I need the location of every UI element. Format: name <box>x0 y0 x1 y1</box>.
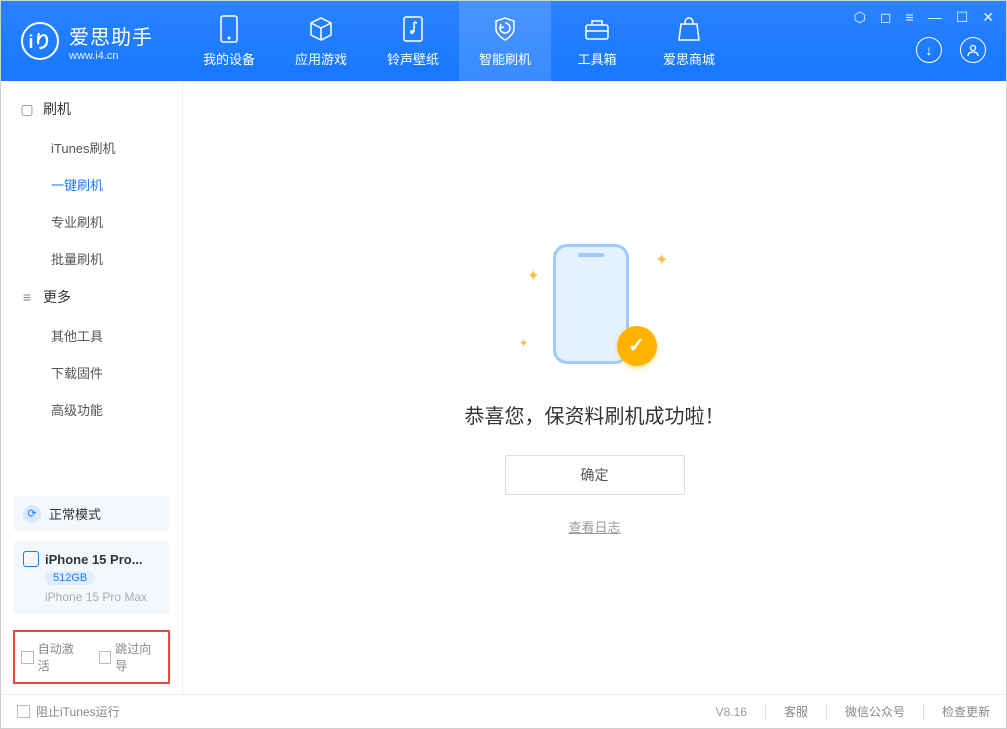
checkbox-auto-activate[interactable]: 自动激活 <box>21 640 85 674</box>
app-url: www.i4.cn <box>69 50 153 62</box>
nav-store[interactable]: 爱思商城 <box>643 1 735 81</box>
view-log-link[interactable]: 查看日志 <box>568 517 620 536</box>
checkbox-block-itunes[interactable]: 阻止iTunes运行 <box>17 703 120 720</box>
sidebar-list: ▢ 刷机 iTunes刷机 一键刷机 专业刷机 批量刷机 ≡ 更多 其他工具 下… <box>1 81 182 486</box>
group-title: 刷机 <box>43 99 71 119</box>
nav-ringtones-wallpapers[interactable]: 铃声壁纸 <box>367 1 459 81</box>
nav-label: 应用游戏 <box>295 49 347 68</box>
version-label: V8.16 <box>716 705 747 719</box>
minimize-icon[interactable]: — <box>928 9 942 26</box>
nav-apps-games[interactable]: 应用游戏 <box>275 1 367 81</box>
sidebar-item-pro-flash[interactable]: 专业刷机 <box>1 203 182 240</box>
device-name: iPhone 15 Pro... <box>23 551 160 567</box>
sidebar: ▢ 刷机 iTunes刷机 一键刷机 专业刷机 批量刷机 ≡ 更多 其他工具 下… <box>1 81 183 694</box>
nav-toolbox[interactable]: 工具箱 <box>551 1 643 81</box>
header: iり 爱思助手 www.i4.cn 我的设备 应用游戏 铃声壁纸 智能刷机 <box>1 1 1006 81</box>
success-illustration: ✦ ✦ ✦ ✓ <box>515 240 675 380</box>
nav-my-device[interactable]: 我的设备 <box>183 1 275 81</box>
device-icon <box>215 15 243 43</box>
sidebar-item-download-firmware[interactable]: 下载固件 <box>1 354 182 391</box>
sidebar-group-more[interactable]: ≡ 更多 <box>1 277 182 317</box>
status-label: 正常模式 <box>49 504 101 523</box>
checkbox-icon <box>21 651 34 664</box>
feedback-icon[interactable]: ◻ <box>880 9 892 26</box>
user-icon[interactable] <box>960 37 986 63</box>
main-content: ✦ ✦ ✦ ✓ 恭喜您，保资料刷机成功啦！ 确定 查看日志 <box>183 81 1006 694</box>
nav-label: 工具箱 <box>577 49 616 68</box>
close-icon[interactable]: ✕ <box>982 9 994 26</box>
device-info: iPhone 15 Pro... 512GB iPhone 15 Pro Max <box>1 541 182 624</box>
device-status: ⟳ 正常模式 <box>1 486 182 541</box>
ok-button[interactable]: 确定 <box>505 455 685 495</box>
checkbox-icon <box>17 705 30 718</box>
nav-label: 爱思商城 <box>663 49 715 68</box>
maximize-icon[interactable]: ☐ <box>956 9 969 26</box>
main-nav: 我的设备 应用游戏 铃声壁纸 智能刷机 工具箱 爱思商城 <box>183 1 735 81</box>
storage-badge: 512GB <box>45 571 95 585</box>
sparkle-icon: ✦ <box>527 266 540 286</box>
app-window: iり 爱思助手 www.i4.cn 我的设备 应用游戏 铃声壁纸 智能刷机 <box>0 0 1007 729</box>
bag-icon <box>675 15 703 43</box>
nav-smart-flash[interactable]: 智能刷机 <box>459 1 551 81</box>
cube-icon <box>307 15 335 43</box>
separator <box>765 705 766 719</box>
sidebar-item-oneclick-flash[interactable]: 一键刷机 <box>1 166 182 203</box>
sparkle-icon: ✦ <box>655 250 668 270</box>
check-update-link[interactable]: 检查更新 <box>942 703 990 720</box>
wechat-link[interactable]: 微信公众号 <box>845 703 905 720</box>
footer: 阻止iTunes运行 V8.16 客服 微信公众号 检查更新 <box>1 694 1006 728</box>
sidebar-item-other-tools[interactable]: 其他工具 <box>1 317 182 354</box>
nav-label: 铃声壁纸 <box>387 49 439 68</box>
support-link[interactable]: 客服 <box>784 703 808 720</box>
phone-icon: ▢ <box>19 101 35 118</box>
more-icon: ≡ <box>19 289 35 305</box>
download-icon[interactable]: ↓ <box>916 37 942 63</box>
app-title: 爱思助手 <box>69 21 153 50</box>
window-controls: ⬡ ◻ ≡ — ☐ ✕ <box>854 9 994 26</box>
refresh-icon: ⟳ <box>23 505 41 523</box>
device-model: iPhone 15 Pro Max <box>45 590 160 604</box>
sidebar-item-advanced[interactable]: 高级功能 <box>1 391 182 428</box>
menu-icon[interactable]: ≡ <box>906 9 914 26</box>
nav-label: 我的设备 <box>203 49 255 68</box>
separator <box>923 705 924 719</box>
shield-icon <box>491 15 519 43</box>
checkbox-skip-wizard[interactable]: 跳过向导 <box>99 640 163 674</box>
account-icons: ↓ <box>916 37 986 63</box>
music-icon <box>399 15 427 43</box>
check-badge-icon: ✓ <box>617 326 657 366</box>
separator <box>826 705 827 719</box>
body: ▢ 刷机 iTunes刷机 一键刷机 专业刷机 批量刷机 ≡ 更多 其他工具 下… <box>1 81 1006 694</box>
group-title: 更多 <box>43 287 71 307</box>
sidebar-item-batch-flash[interactable]: 批量刷机 <box>1 240 182 277</box>
device-card[interactable]: iPhone 15 Pro... 512GB iPhone 15 Pro Max <box>13 541 170 614</box>
checkbox-icon <box>99 651 112 664</box>
toolbox-icon <box>583 15 611 43</box>
phone-icon <box>23 551 39 567</box>
status-row[interactable]: ⟳ 正常模式 <box>13 496 170 531</box>
footer-right: V8.16 客服 微信公众号 检查更新 <box>716 703 990 720</box>
skin-icon[interactable]: ⬡ <box>854 9 866 26</box>
nav-label: 智能刷机 <box>479 49 531 68</box>
logo-area: iり 爱思助手 www.i4.cn <box>1 21 173 62</box>
success-message: 恭喜您，保资料刷机成功啦！ <box>465 400 725 429</box>
sidebar-item-itunes-flash[interactable]: iTunes刷机 <box>1 129 182 166</box>
options-box: 自动激活 跳过向导 <box>13 630 170 684</box>
sidebar-group-flash[interactable]: ▢ 刷机 <box>1 89 182 129</box>
logo-icon: iり <box>21 22 59 60</box>
sparkle-icon: ✦ <box>519 336 529 350</box>
